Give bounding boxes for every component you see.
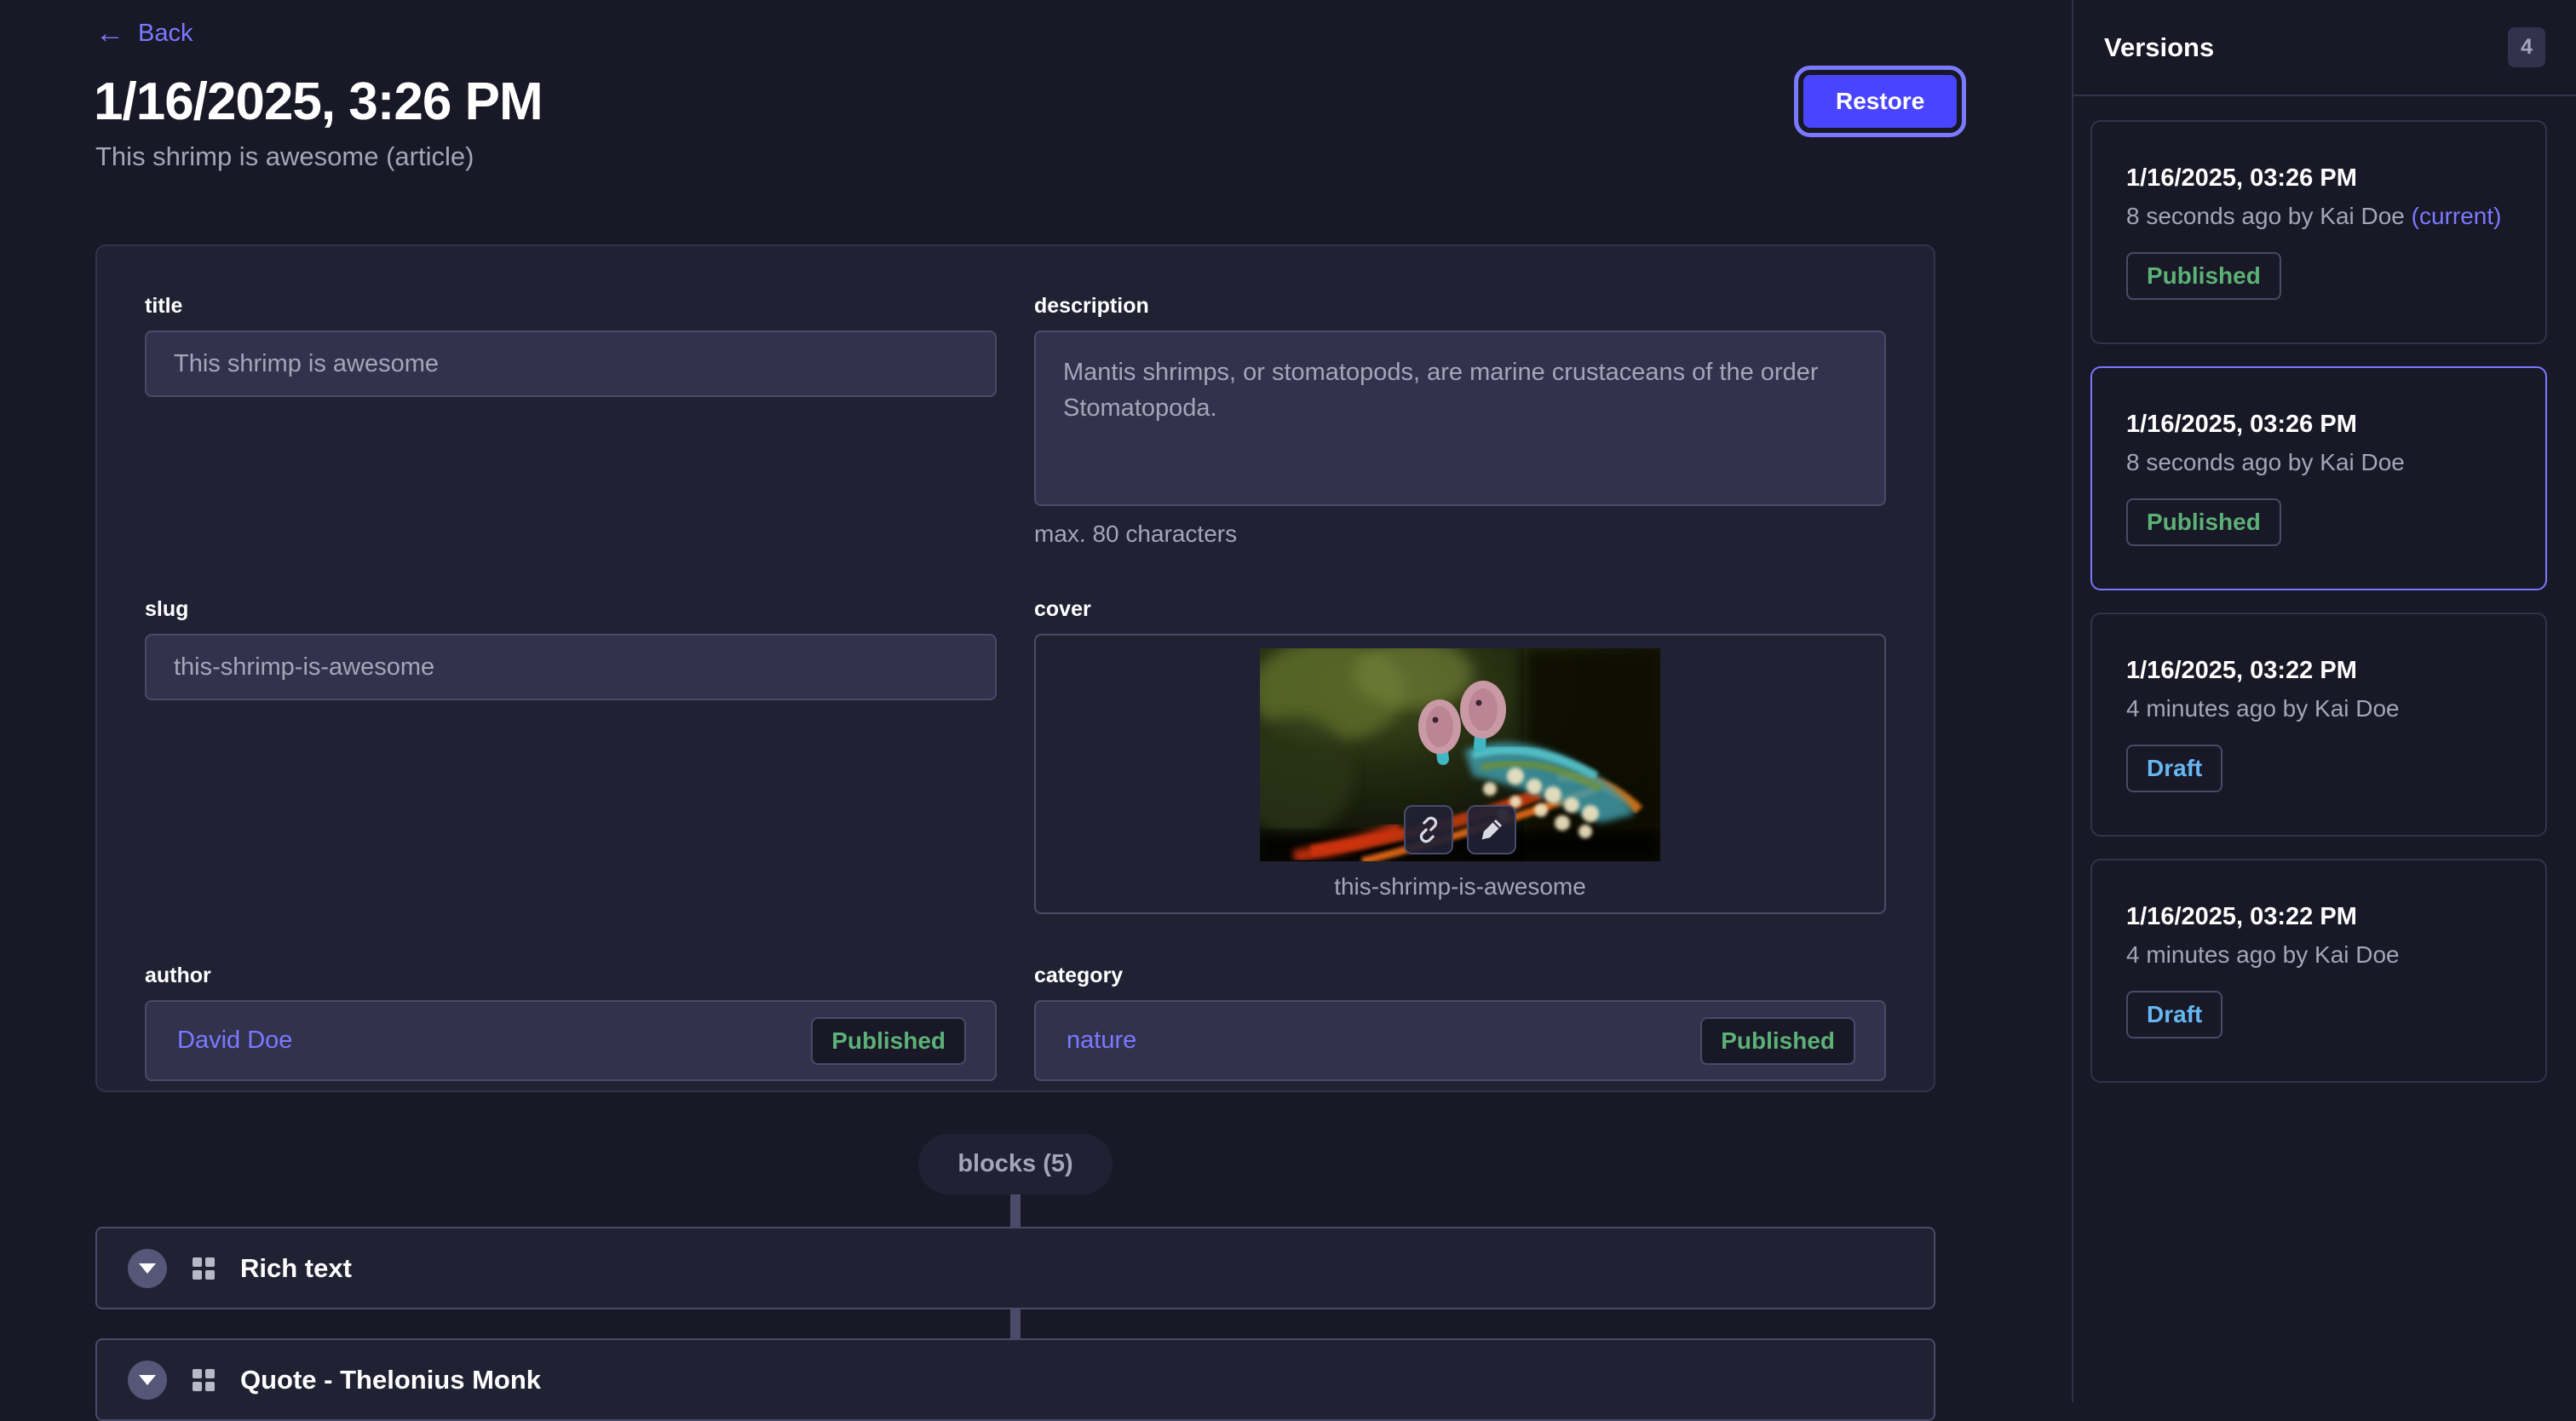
category-label: category — [1034, 964, 1886, 988]
field-author: author David Doe Published — [145, 964, 997, 1081]
version-date: 1/16/2025, 03:26 PM — [2126, 164, 2511, 193]
version-card[interactable]: 1/16/2025, 03:22 PM 4 minutes ago by Kai… — [2090, 859, 2547, 1083]
blocks-section: blocks (5) Rich text Quote - Thelonius M… — [95, 1134, 1935, 1421]
copy-link-button[interactable] — [1404, 805, 1453, 854]
slug-label: slug — [145, 597, 997, 622]
field-category: category nature Published — [1034, 964, 1886, 1081]
cover-label: cover — [1034, 597, 1886, 622]
version-status-badge: Draft — [2126, 745, 2222, 792]
category-relation-box: nature Published — [1034, 1000, 1886, 1081]
category-link[interactable]: nature — [1067, 1027, 1136, 1055]
block-row[interactable]: Rich text — [95, 1227, 1935, 1309]
block-label: Quote - Thelonius Monk — [240, 1365, 541, 1395]
version-card[interactable]: 1/16/2025, 03:22 PM 4 minutes ago by Kai… — [2090, 613, 2547, 837]
connector-line — [1010, 1309, 1021, 1338]
cover-actions — [1404, 805, 1516, 854]
cover-box: this-shrimp-is-awesome — [1034, 634, 1886, 914]
restore-button[interactable]: Restore — [1803, 75, 1957, 128]
chevron-down-icon — [139, 1375, 156, 1385]
version-status-badge: Published — [2126, 252, 2281, 300]
title-input — [145, 331, 997, 397]
back-label: Back — [138, 20, 193, 48]
page-title: 1/16/2025, 3:26 PM — [94, 72, 543, 132]
link-icon — [1414, 815, 1443, 844]
version-current-label: (current) — [2405, 203, 2502, 229]
back-arrow-icon: ← — [95, 19, 124, 48]
block-label: Rich text — [240, 1253, 352, 1284]
category-status-badge: Published — [1700, 1017, 1855, 1065]
connector-line — [1010, 1194, 1021, 1227]
author-status-badge: Published — [811, 1017, 966, 1065]
version-card[interactable]: 1/16/2025, 03:26 PM 8 seconds ago by Kai… — [2090, 120, 2547, 344]
version-meta: 8 seconds ago by Kai Doe — [2126, 449, 2511, 476]
back-link[interactable]: ← Back — [95, 19, 193, 48]
form-grid: title description Mantis shrimps, or sto… — [145, 294, 1886, 1081]
versions-title: Versions — [2104, 32, 2214, 63]
chevron-down-icon — [139, 1263, 156, 1274]
version-meta: 4 minutes ago by Kai Doe — [2126, 941, 2511, 969]
field-title: title — [145, 294, 997, 397]
versions-header: Versions 4 — [2073, 0, 2576, 96]
main-content: ← Back 1/16/2025, 3:26 PM This shrimp is… — [0, 0, 2072, 1402]
version-card[interactable]: 1/16/2025, 03:26 PM 8 seconds ago by Kai… — [2090, 366, 2547, 590]
version-meta: 8 seconds ago by Kai Doe (current) — [2126, 203, 2511, 230]
slug-input — [145, 634, 997, 700]
page-subtitle: This shrimp is awesome (article) — [95, 141, 474, 172]
version-date: 1/16/2025, 03:26 PM — [2126, 411, 2511, 439]
version-list: 1/16/2025, 03:26 PM 8 seconds ago by Kai… — [2073, 96, 2576, 1107]
field-slug: slug — [145, 597, 997, 700]
version-date: 1/16/2025, 03:22 PM — [2126, 657, 2511, 685]
blocks-count-pill: blocks (5) — [918, 1134, 1112, 1194]
version-status-badge: Published — [2126, 498, 2281, 546]
collapse-toggle-button[interactable] — [128, 1361, 167, 1400]
cover-media — [1260, 648, 1660, 861]
versions-sidebar: Versions 4 1/16/2025, 03:26 PM 8 seconds… — [2072, 0, 2576, 1402]
description-hint: max. 80 characters — [1034, 521, 1886, 548]
field-description: description Mantis shrimps, or stomatopo… — [1034, 294, 1886, 548]
block-row[interactable]: Quote - Thelonius Monk — [95, 1338, 1935, 1421]
description-textarea: Mantis shrimps, or stomatopods, are mari… — [1034, 331, 1886, 506]
author-relation-box: David Doe Published — [145, 1000, 997, 1081]
versions-count-badge: 4 — [2508, 27, 2545, 67]
cover-caption: this-shrimp-is-awesome — [1334, 873, 1586, 900]
grid-icon — [193, 1369, 215, 1391]
description-label: description — [1034, 294, 1886, 319]
pencil-icon — [1477, 815, 1506, 844]
edit-button[interactable] — [1467, 805, 1516, 854]
version-status-badge: Draft — [2126, 991, 2222, 1038]
grid-icon — [193, 1257, 215, 1280]
author-link[interactable]: David Doe — [177, 1027, 292, 1055]
version-meta: 4 minutes ago by Kai Doe — [2126, 695, 2511, 722]
title-label: title — [145, 294, 997, 319]
author-label: author — [145, 964, 997, 988]
blocks-list: Rich text Quote - Thelonius Monk — [95, 1227, 1935, 1421]
field-cover: cover — [1034, 597, 1886, 914]
version-fields-card: title description Mantis shrimps, or sto… — [95, 245, 1935, 1092]
version-date: 1/16/2025, 03:22 PM — [2126, 903, 2511, 931]
collapse-toggle-button[interactable] — [128, 1249, 167, 1288]
